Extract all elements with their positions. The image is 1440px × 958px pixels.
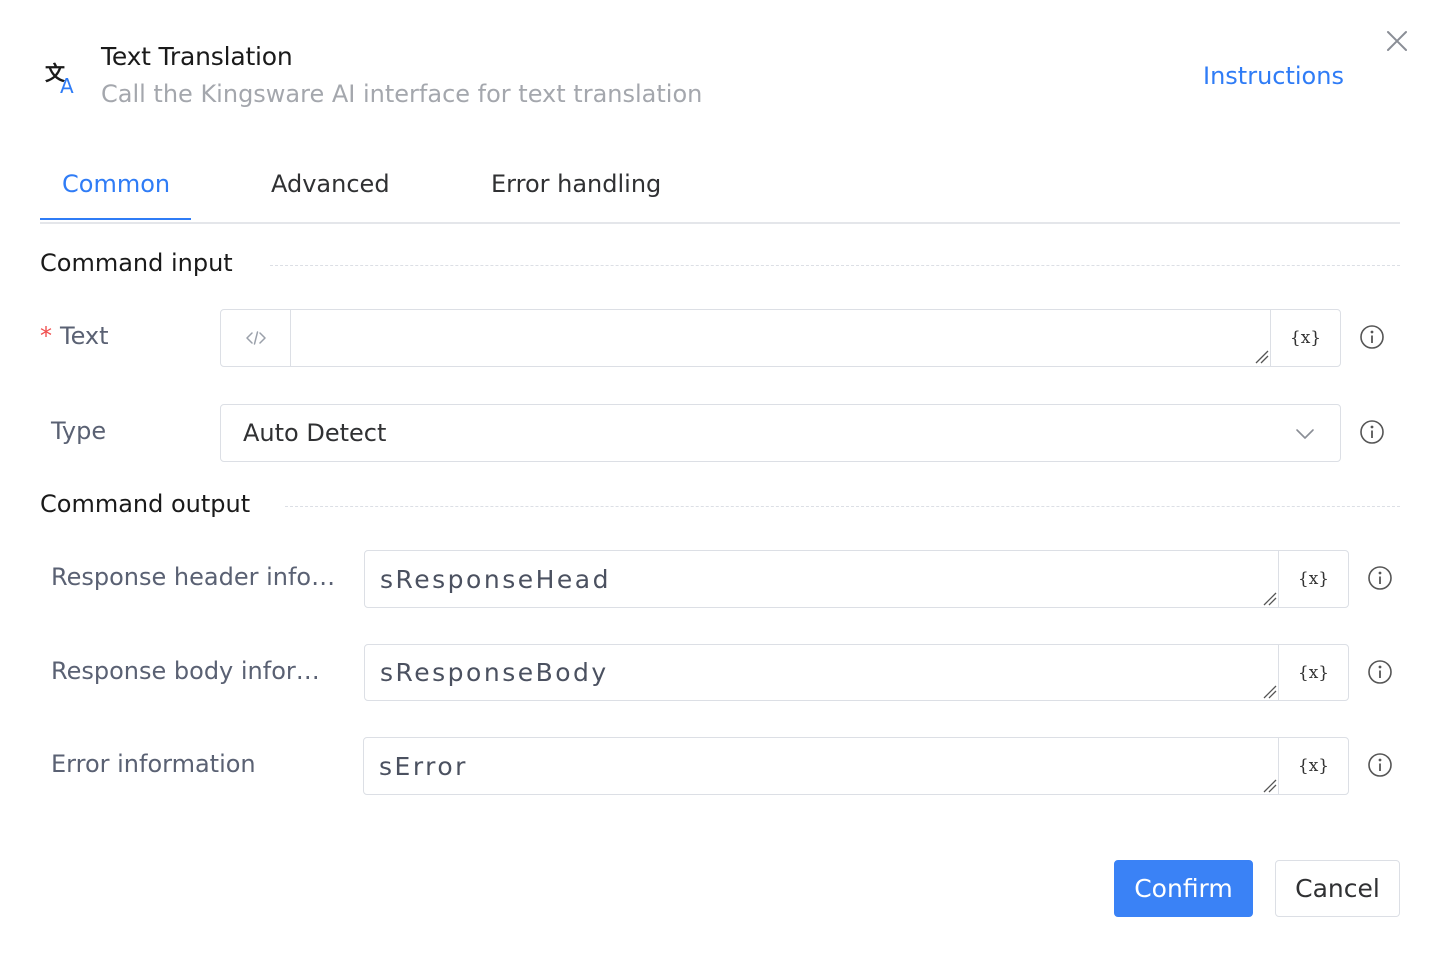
cancel-button[interactable]: Cancel xyxy=(1275,860,1400,917)
variable-button[interactable]: {x} xyxy=(1270,310,1340,366)
error-information-label: Error information xyxy=(51,750,256,778)
info-icon[interactable] xyxy=(1367,659,1393,685)
tab-error-handling[interactable]: Error handling xyxy=(491,170,661,198)
response-header-value: sResponseHead xyxy=(380,564,611,594)
code-toggle-button[interactable] xyxy=(221,310,291,366)
response-header-label: Response header info… xyxy=(51,563,336,591)
type-select[interactable]: Auto Detect xyxy=(220,404,1341,462)
required-mark: * xyxy=(40,322,52,350)
tab-advanced[interactable]: Advanced xyxy=(271,170,390,198)
response-body-input[interactable]: sResponseBody {x} xyxy=(364,644,1349,701)
section-title-command-input: Command input xyxy=(40,249,233,277)
tab-bar: Common Advanced Error handling xyxy=(40,160,1400,224)
text-translation-dialog: 文 A Text Translation Call the Kingsware … xyxy=(0,0,1440,958)
info-icon[interactable] xyxy=(1367,752,1393,778)
resize-handle[interactable] xyxy=(1263,592,1277,606)
confirm-button[interactable]: Confirm xyxy=(1114,860,1253,917)
text-input[interactable] xyxy=(291,310,1270,366)
instructions-link[interactable]: Instructions xyxy=(1203,62,1344,90)
translate-icon: 文 A xyxy=(45,61,74,96)
active-tab-indicator xyxy=(40,218,191,220)
section-title-command-output: Command output xyxy=(40,490,251,518)
info-icon[interactable] xyxy=(1367,565,1393,591)
resize-handle[interactable] xyxy=(1263,685,1277,699)
type-select-value: Auto Detect xyxy=(243,419,387,447)
text-input-box: {x} xyxy=(220,309,1341,367)
chevron-down-icon xyxy=(1296,429,1314,439)
variable-button[interactable]: {x} xyxy=(1278,645,1348,700)
svg-text:A: A xyxy=(60,74,74,96)
variable-button[interactable]: {x} xyxy=(1278,738,1348,794)
dialog-title: Text Translation xyxy=(101,42,293,71)
resize-handle[interactable] xyxy=(1255,350,1269,364)
error-information-value: sError xyxy=(379,751,468,781)
resize-handle[interactable] xyxy=(1263,779,1277,793)
code-icon xyxy=(245,331,266,345)
section-divider xyxy=(285,506,1400,507)
response-header-input[interactable]: sResponseHead {x} xyxy=(364,550,1349,608)
variable-button[interactable]: {x} xyxy=(1278,551,1348,607)
tab-common[interactable]: Common xyxy=(62,170,170,198)
info-icon[interactable] xyxy=(1359,419,1385,445)
section-divider xyxy=(270,265,1400,266)
response-body-label: Response body infor… xyxy=(51,657,320,685)
text-field-label: * Text xyxy=(40,322,109,350)
close-icon[interactable] xyxy=(1383,27,1411,55)
dialog-subtitle: Call the Kingsware AI interface for text… xyxy=(101,80,703,108)
error-information-input[interactable]: sError {x} xyxy=(363,737,1349,795)
response-body-value: sResponseBody xyxy=(380,658,609,687)
info-icon[interactable] xyxy=(1359,324,1385,350)
type-field-label: Type xyxy=(51,417,107,445)
